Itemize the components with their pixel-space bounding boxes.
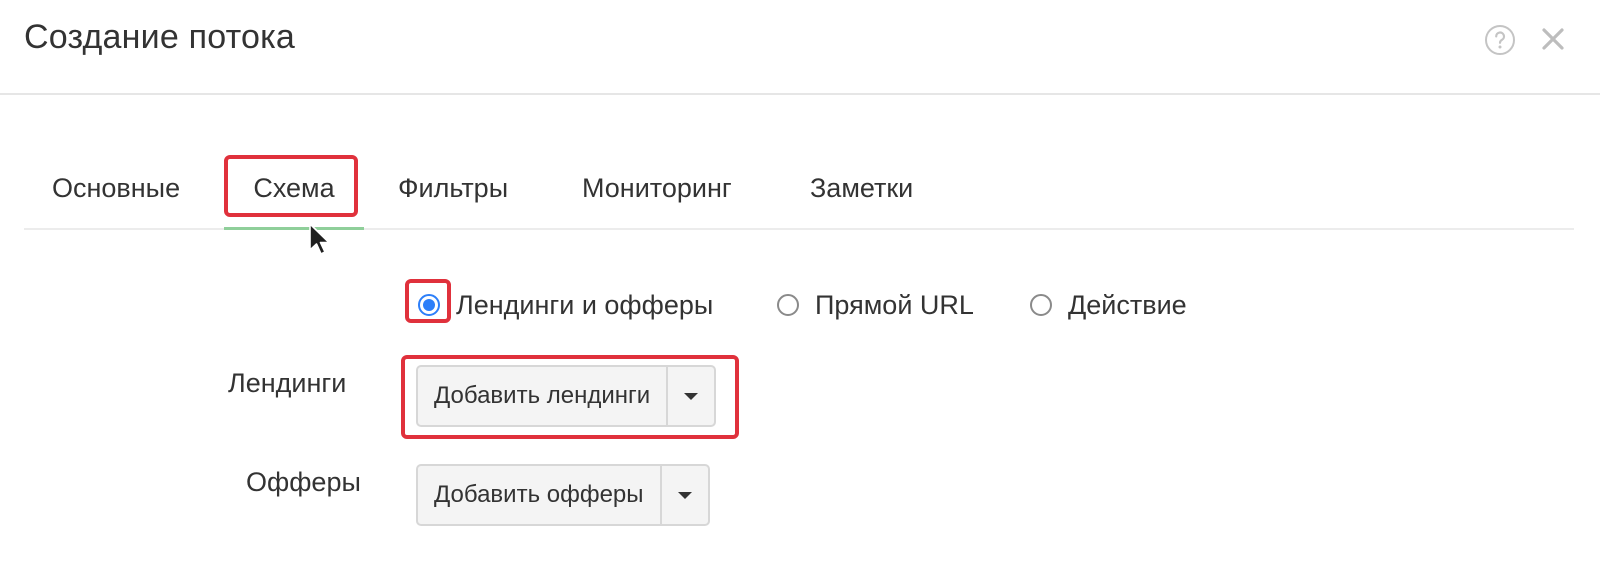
add-landings-dropdown[interactable]: Добавить лендинги <box>416 365 717 427</box>
radio-direct-url[interactable]: Прямой URL <box>777 280 974 330</box>
radio-label: Действие <box>1068 289 1187 320</box>
modal-header: Создание потока <box>0 0 1600 95</box>
radio-label: Прямой URL <box>815 289 974 320</box>
chevron-down-icon <box>677 491 692 499</box>
offers-label: Офферы <box>246 467 361 497</box>
tab-main[interactable]: Основные <box>52 150 180 230</box>
add-landings-button[interactable]: Добавить лендинги <box>418 367 666 425</box>
offers-caret-button[interactable] <box>659 466 708 524</box>
close-icon[interactable] <box>1540 26 1566 52</box>
add-offers-button[interactable]: Добавить офферы <box>418 466 660 524</box>
radio-circle[interactable] <box>777 294 799 316</box>
radio-circle-checked[interactable] <box>418 294 440 316</box>
add-offers-dropdown[interactable]: Добавить офферы <box>416 464 710 526</box>
scheme-options: Лендинги и офферы Прямой URL Действие <box>0 280 1600 330</box>
radio-landings-offers[interactable]: Лендинги и офферы <box>418 280 713 330</box>
tab-monitoring[interactable]: Мониторинг <box>582 150 732 230</box>
landings-caret-button[interactable] <box>666 367 714 425</box>
radio-label: Лендинги и офферы <box>456 289 714 320</box>
create-flow-modal: Создание потока Основные Схема Фильтры М… <box>0 0 1600 574</box>
modal-title: Создание потока <box>24 18 295 56</box>
landings-label: Лендинги <box>228 368 347 398</box>
mouse-pointer-icon <box>309 223 330 255</box>
chevron-down-icon <box>684 392 699 400</box>
help-icon[interactable] <box>1484 24 1516 56</box>
radio-circle[interactable] <box>1030 294 1052 316</box>
tab-bar: Основные Схема Фильтры Мониторинг Заметк… <box>24 150 1574 230</box>
tab-scheme[interactable]: Схема <box>224 150 364 230</box>
radio-action[interactable]: Действие <box>1030 280 1187 330</box>
tab-filters[interactable]: Фильтры <box>398 150 508 230</box>
tab-notes[interactable]: Заметки <box>810 150 913 230</box>
